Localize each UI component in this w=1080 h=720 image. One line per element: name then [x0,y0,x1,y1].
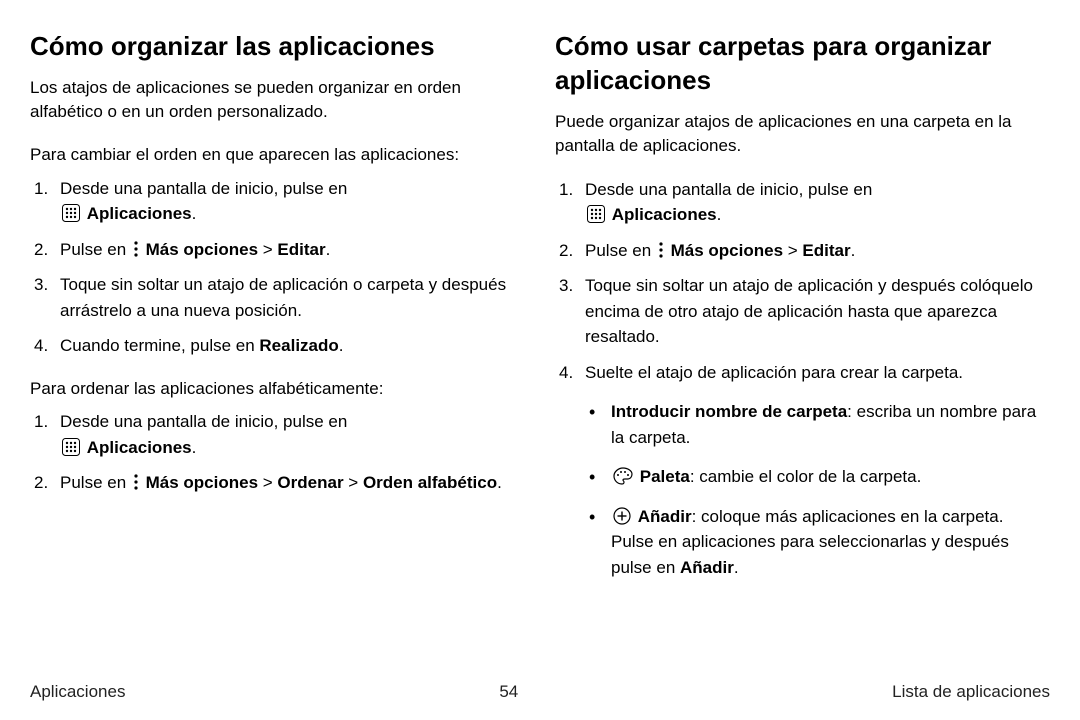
text: Desde una pantalla de inicio, pulse en [585,180,872,199]
label-editar: Editar [277,240,325,259]
label-folder-name: Introducir nombre de carpeta [611,402,847,421]
text: . [326,240,331,259]
left-column: Cómo organizar las aplicaciones Los ataj… [30,30,525,660]
list-item: Suelte el atajo de aplicación para crear… [555,360,1050,581]
label-aplicaciones: Aplicaciones [612,205,717,224]
label-anadir: Añadir [638,507,692,526]
heading-folders: Cómo usar carpetas para organizar aplica… [555,30,1050,98]
paragraph-intro: Para ordenar las aplicaciones alfabética… [30,377,525,402]
label-ordenar: Ordenar [277,473,343,492]
text: . [717,205,722,224]
text: Pulse en [60,240,131,259]
list-item: Desde una pantalla de inicio, pulse en A… [555,177,1050,228]
list-item: Introducir nombre de carpeta: escriba un… [585,399,1050,450]
list-item: Añadir: coloque más aplicaciones en la c… [585,504,1050,581]
list-item: Pulse en Más opciones > Ordenar > Orden … [30,470,525,496]
list-item: Desde una pantalla de inicio, pulse en A… [30,176,525,227]
text: Pulse en [585,241,656,260]
label-anadir: Añadir [680,558,734,577]
bullet-list: Introducir nombre de carpeta: escriba un… [585,399,1050,580]
label-mas-opciones: Más opciones [146,240,258,259]
ordered-list: Desde una pantalla de inicio, pulse en A… [30,176,525,359]
list-item: Pulse en Más opciones > Editar. [555,238,1050,264]
label-paleta: Paleta [640,467,690,486]
more-options-icon [658,241,664,259]
ordered-list: Desde una pantalla de inicio, pulse en A… [30,409,525,496]
list-item: Pulse en Más opciones > Editar. [30,237,525,263]
text: . [734,558,739,577]
paragraph-intro: Para cambiar el orden en que aparecen la… [30,143,525,168]
label-aplicaciones: Aplicaciones [87,204,192,223]
text: . [497,473,502,492]
apps-grid-icon [62,204,80,222]
label-aplicaciones: Aplicaciones [87,438,192,457]
text: : cambie el color de la carpeta. [690,467,922,486]
text: . [192,204,197,223]
list-item: Desde una pantalla de inicio, pulse en A… [30,409,525,460]
list-item: Toque sin soltar un atajo de aplicación … [30,272,525,323]
label-mas-opciones: Más opciones [671,241,783,260]
label-editar: Editar [802,241,850,260]
paragraph: Puede organizar atajos de aplicaciones e… [555,110,1050,159]
page-footer: Aplicaciones 54 Lista de aplicaciones [30,682,1050,702]
text: > [258,240,277,259]
text: > [783,241,802,260]
right-column: Cómo usar carpetas para organizar aplica… [555,30,1050,660]
text: Pulse en [60,473,131,492]
more-options-icon [133,240,139,258]
text: Desde una pantalla de inicio, pulse en [60,179,347,198]
label-orden-alfabetico: Orden alfabético [363,473,497,492]
page-number: 54 [499,682,518,702]
text: . [339,336,344,355]
page-body: Cómo organizar las aplicaciones Los ataj… [0,0,1080,660]
apps-grid-icon [62,438,80,456]
text: . [192,438,197,457]
list-item: Paleta: cambie el color de la carpeta. [585,464,1050,490]
text: Suelte el atajo de aplicación para crear… [585,363,963,382]
palette-icon [613,467,633,485]
text: > [258,473,277,492]
text: Cuando termine, pulse en [60,336,259,355]
text: . [851,241,856,260]
text: > [344,473,363,492]
heading-organize: Cómo organizar las aplicaciones [30,30,525,64]
add-circle-icon [613,507,631,525]
ordered-list: Desde una pantalla de inicio, pulse en A… [555,177,1050,581]
footer-left: Aplicaciones [30,682,125,702]
paragraph: Los atajos de aplicaciones se pueden org… [30,76,525,125]
apps-grid-icon [587,205,605,223]
footer-right: Lista de aplicaciones [892,682,1050,702]
more-options-icon [133,473,139,491]
label-realizado: Realizado [259,336,338,355]
label-mas-opciones: Más opciones [146,473,258,492]
text: Desde una pantalla de inicio, pulse en [60,412,347,431]
list-item: Toque sin soltar un atajo de aplicación … [555,273,1050,350]
list-item: Cuando termine, pulse en Realizado. [30,333,525,359]
